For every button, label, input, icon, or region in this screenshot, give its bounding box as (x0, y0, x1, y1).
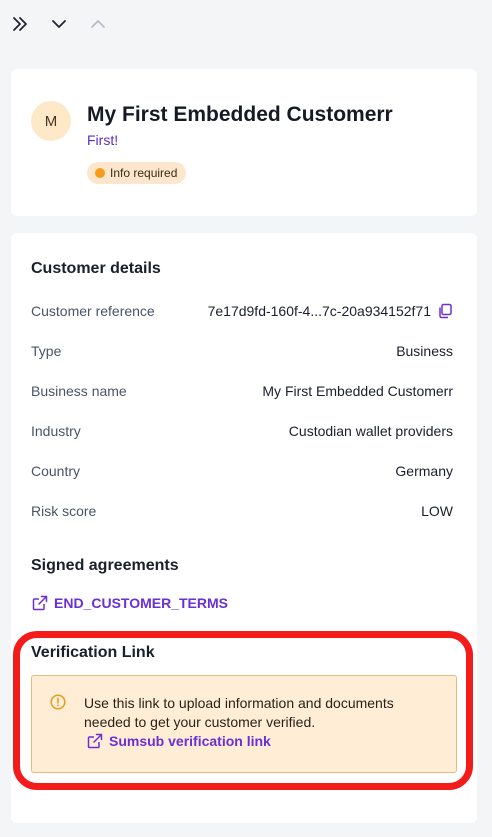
detail-row-country: Country Germany (31, 463, 453, 483)
sumsub-verification-label: Sumsub verification link (109, 733, 271, 749)
detail-label: Customer reference (31, 303, 155, 319)
external-link-icon (87, 733, 103, 749)
detail-row-industry: Industry Custodian wallet providers (31, 423, 453, 443)
customer-details-title: Customer details (31, 260, 161, 277)
panel-toolbar (0, 0, 492, 50)
chevron-down-icon (52, 20, 66, 28)
detail-label: Country (31, 463, 81, 479)
detail-value: Germany (395, 463, 453, 479)
detail-label: Industry (31, 423, 81, 439)
verification-message: Use this link to upload information and … (84, 695, 394, 730)
customer-name: My First Embedded Customerr (87, 103, 393, 126)
customer-details-card: Customer details Customer reference 7e17… (11, 233, 477, 823)
status-badge-label: Info required (110, 166, 178, 180)
detail-value: LOW (421, 503, 453, 519)
detail-label: Business name (31, 383, 127, 399)
detail-row-customer-reference: Customer reference 7e17d9fd-160f-4...7c-… (31, 303, 453, 323)
double-chevron-right-icon (13, 17, 27, 31)
previous-item-button[interactable] (86, 12, 110, 36)
verification-notice: Use this link to upload information and … (31, 675, 457, 773)
verification-link-title: Verification Link (31, 644, 155, 661)
next-item-button[interactable] (47, 12, 71, 36)
detail-value: Business (396, 343, 453, 359)
detail-row-type: Type Business (31, 343, 453, 363)
warning-circle-icon (50, 694, 66, 710)
customer-header-card: M My First Embedded Customerr First! Inf… (11, 69, 477, 216)
detail-row-risk-score: Risk score LOW (31, 503, 453, 523)
detail-value: Custodian wallet providers (288, 423, 453, 439)
chevron-up-icon (91, 20, 105, 28)
customer-subtitle: First! (87, 132, 119, 148)
detail-value: My First Embedded Customerr (262, 383, 453, 399)
detail-label: Risk score (31, 503, 97, 519)
avatar: M (31, 101, 71, 141)
detail-value: 7e17d9fd-160f-4...7c-20a934152f71 (208, 303, 453, 319)
sumsub-verification-link[interactable]: Sumsub verification link (87, 733, 271, 749)
signed-agreements-title: Signed agreements (31, 557, 179, 574)
detail-label: Type (31, 343, 62, 359)
status-badge: Info required (87, 162, 187, 184)
copy-icon[interactable] (437, 303, 453, 319)
external-link-icon (32, 595, 48, 611)
customer-reference-value: 7e17d9fd-160f-4...7c-20a934152f71 (207, 303, 431, 319)
expand-panel-button[interactable] (8, 12, 32, 36)
end-customer-terms-link[interactable]: END_CUSTOMER_TERMS (32, 595, 228, 611)
end-customer-terms-label: END_CUSTOMER_TERMS (54, 595, 228, 611)
status-dot-icon (95, 168, 105, 178)
detail-row-business-name: Business name My First Embedded Customer… (31, 383, 453, 403)
